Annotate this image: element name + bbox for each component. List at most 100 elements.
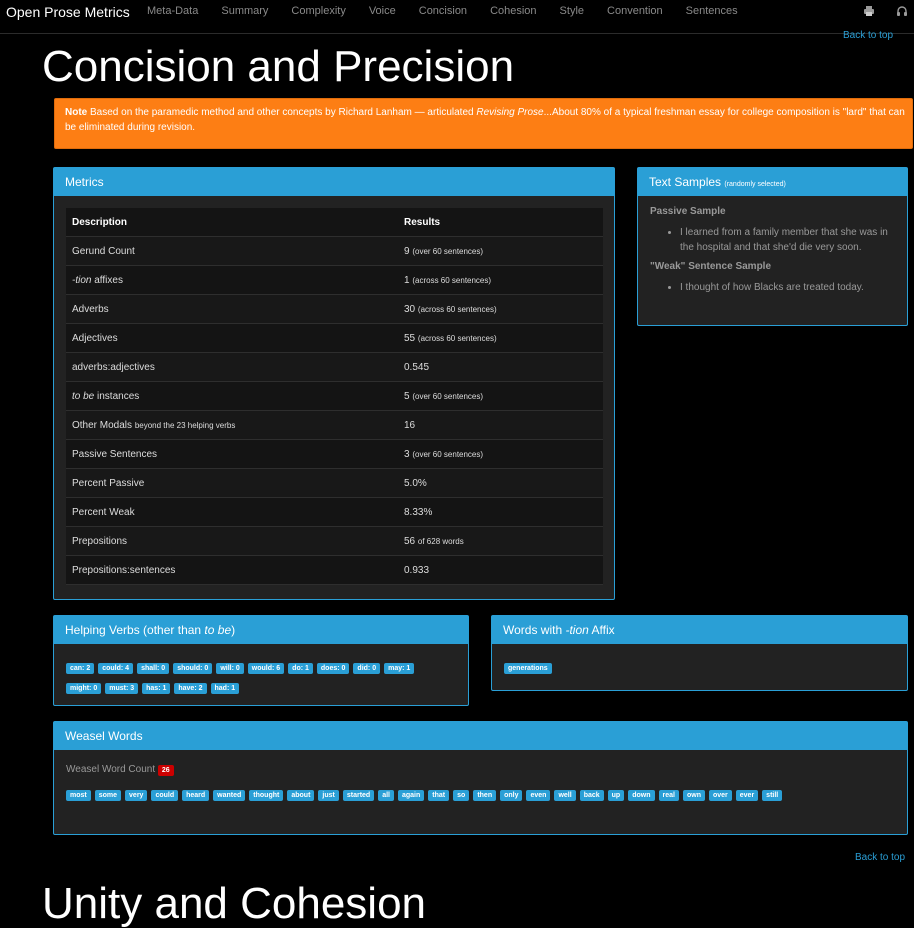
nav-item-convention[interactable]: Convention — [607, 5, 663, 17]
table-row: -tion affixes 1 (across 60 sentences) — [66, 265, 603, 295]
word-label: would: 6 — [247, 663, 285, 674]
word-label: have: 2 — [174, 683, 207, 694]
metric-description-text: Other Modals — [72, 419, 135, 431]
tion-title-post: Affix — [588, 623, 615, 637]
note-label: Note — [65, 107, 88, 118]
word-label: that — [428, 790, 450, 801]
brand[interactable]: Open Prose Metrics — [6, 4, 130, 20]
passive-sample-heading: Passive Sample — [650, 206, 726, 217]
metric-description-text: Percent Weak — [72, 506, 135, 518]
section-title: Concision and Precision — [42, 42, 515, 91]
table-row: to be instances 5 (over 60 sentences) — [66, 381, 603, 411]
word-label: ever — [735, 790, 759, 801]
metric-value: 16 — [404, 419, 416, 431]
metric-description: Passive Sentences — [66, 440, 398, 469]
metric-description-text: Percent Passive — [72, 477, 145, 489]
word-label: real — [658, 790, 679, 801]
word-label: even — [526, 790, 551, 801]
word-label: started — [342, 790, 375, 801]
nav-item-complexity[interactable]: Complexity — [291, 5, 345, 17]
metric-description: Gerund Count — [66, 237, 398, 266]
metric-result: 1 (across 60 sentences) — [398, 266, 603, 295]
nav-item-style[interactable]: Style — [560, 5, 584, 17]
metric-result: 30 (across 60 sentences) — [398, 295, 603, 324]
word-label: shall: 0 — [137, 663, 170, 674]
metric-description: Adjectives — [66, 324, 398, 353]
metric-note: (across 60 sentences) — [417, 304, 497, 314]
word-label: up — [607, 790, 625, 801]
metric-value: 5 — [404, 390, 410, 402]
table-row: Prepositions 56 of 628 words — [66, 526, 603, 556]
note-text-1: Based on the paramedic method and other … — [87, 107, 477, 118]
metric-description-text: Passive Sentences — [72, 448, 158, 460]
nav-menu: Meta-Data Summary Complexity Voice Conci… — [147, 5, 761, 17]
metric-description-text: Gerund Count — [72, 245, 135, 257]
print-icon[interactable] — [863, 5, 875, 20]
word-label: so — [453, 790, 470, 801]
metric-value: 8.33% — [404, 506, 433, 518]
nav-item-meta-data[interactable]: Meta-Data — [147, 5, 198, 17]
word-label: most — [66, 790, 91, 801]
word-label: could: 4 — [98, 663, 134, 674]
metric-description-text: affixes — [91, 274, 123, 286]
word-label: about — [287, 790, 315, 801]
word-label: back — [579, 790, 604, 801]
metric-description: adverbs:adjectives — [66, 353, 398, 382]
table-row: Passive Sentences 3 (over 60 sentences) — [66, 439, 603, 469]
word-label: could — [151, 790, 179, 801]
table-header-row: Description Results — [66, 208, 603, 237]
word-label: must: 3 — [105, 683, 139, 694]
word-label: only — [500, 790, 523, 801]
helping-verbs-title: Helping Verbs (other than to be) — [54, 616, 468, 644]
word-label: had: 1 — [210, 683, 240, 694]
weasel-word-labels: most some very could heard wanted thought about… — [66, 784, 899, 804]
metric-description-text: Adverbs — [72, 303, 109, 315]
nav-item-summary[interactable]: Summary — [221, 5, 268, 17]
word-label: own — [682, 790, 705, 801]
metric-note: (over 60 sentences) — [412, 391, 484, 401]
metric-result: 55 (across 60 sentences) — [398, 324, 603, 353]
weasel-count-badge: 26 — [157, 765, 174, 776]
metric-note: (over 60 sentences) — [412, 246, 484, 256]
metric-description-em: to be — [72, 390, 95, 402]
headphones-icon[interactable] — [896, 5, 908, 20]
metric-value: 30 — [404, 303, 416, 315]
weasel-words-panel: Weasel Words Weasel Word Count 26 most so… — [53, 721, 908, 835]
metrics-panel: Metrics Description Results Gerund Count… — [53, 167, 615, 600]
word-label: again — [398, 790, 425, 801]
metric-value: 0.545 — [404, 361, 430, 373]
metric-description: Prepositions:sentences — [66, 556, 398, 585]
tion-title-pre: Words with — [503, 623, 566, 637]
metric-description-text: Prepositions:sentences — [72, 564, 176, 576]
metric-description-text: Prepositions — [72, 535, 128, 547]
passive-sample-text: I learned from a family member that she … — [680, 225, 896, 255]
word-label: generations — [504, 663, 552, 674]
helping-verb-labels: can: 2 could: 4 shall: 0 should: 0 will: 0 wo… — [54, 644, 454, 697]
metric-value: 56 — [404, 535, 416, 547]
nav-item-voice[interactable]: Voice — [369, 5, 396, 17]
metric-result: 9 (over 60 sentences) — [398, 237, 603, 266]
metric-description: -tion affixes — [66, 266, 398, 295]
word-label: all — [378, 790, 394, 801]
next-section-title: Unity and Cohesion — [42, 879, 427, 928]
nav-item-cohesion[interactable]: Cohesion — [490, 5, 536, 17]
nav-item-concision[interactable]: Concision — [419, 5, 467, 17]
metric-result: 5.0% — [398, 469, 603, 498]
header-description: Description — [72, 216, 128, 228]
helping-title-post: ) — [231, 623, 236, 637]
back-to-top-link-2[interactable]: Back to top — [855, 852, 905, 863]
weak-sample-list: I thought of how Blacks are treated toda… — [650, 280, 896, 295]
metric-description-text: Adjectives — [72, 332, 118, 344]
nav-item-sentences[interactable]: Sentences — [686, 5, 738, 17]
metric-description: Other Modals beyond the 23 helping verbs — [66, 411, 398, 440]
word-label: heard — [182, 790, 210, 801]
back-to-top-link[interactable]: Back to top — [843, 30, 893, 41]
metric-value: 9 — [404, 245, 410, 257]
word-label: can: 2 — [66, 663, 95, 674]
header-results: Results — [404, 216, 441, 228]
word-label: very — [125, 790, 148, 801]
word-label: may: 1 — [384, 663, 415, 674]
helping-title-pre: Helping Verbs (other than — [65, 623, 205, 637]
word-label: does: 0 — [316, 663, 350, 674]
weasel-count-label: Weasel Word Count — [66, 764, 156, 775]
